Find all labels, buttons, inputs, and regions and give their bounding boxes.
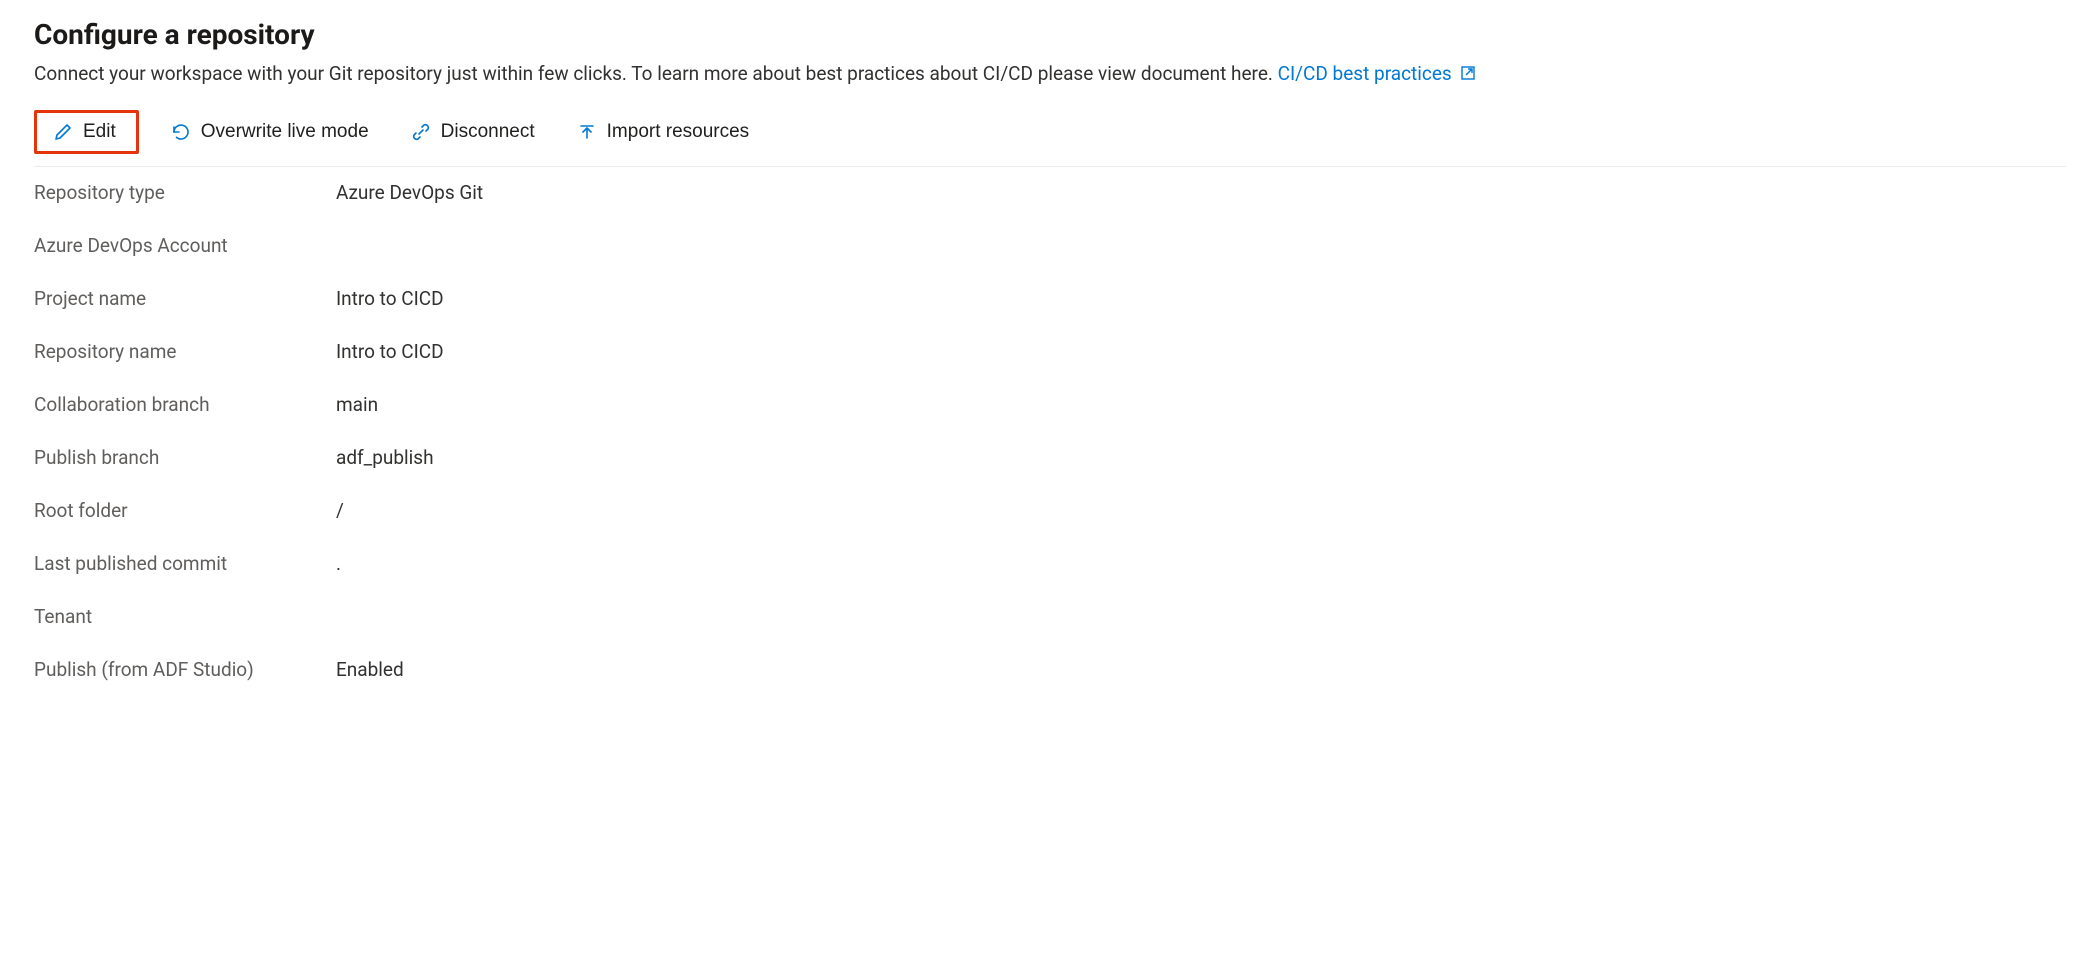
publish-branch-label: Publish branch [34,446,334,469]
toolbar: Edit Overwrite live mode Disconnect [34,106,2066,167]
tenant-value [336,605,1234,628]
configure-repository-page: Configure a repository Connect your work… [0,0,2100,721]
last-commit-value: . [336,552,1234,575]
azure-account-label: Azure DevOps Account [34,234,334,257]
root-folder-value: / [336,499,1234,522]
subtitle-text: Connect your workspace with your Git rep… [34,62,1278,85]
import-icon [577,122,597,142]
edit-label: Edit [83,121,116,143]
repo-name-label: Repository name [34,340,334,363]
last-commit-label: Last published commit [34,552,334,575]
edit-button[interactable]: Edit [43,115,126,149]
repo-type-label: Repository type [34,181,334,204]
disconnect-button[interactable]: Disconnect [401,115,545,149]
refresh-icon [171,122,191,142]
project-name-value: Intro to CICD [336,287,1234,310]
repo-details: Repository type Azure DevOps Git Azure D… [34,181,1234,681]
tenant-label: Tenant [34,605,334,628]
project-name-label: Project name [34,287,334,310]
publish-adf-value: Enabled [336,658,1234,681]
cicd-best-practices-link[interactable]: CI/CD best practices [1278,62,1477,85]
disconnect-icon [411,122,431,142]
cicd-link-label: CI/CD best practices [1278,62,1452,85]
page-title: Configure a repository [34,18,2066,51]
page-subtitle: Connect your workspace with your Git rep… [34,61,2066,88]
repo-type-value: Azure DevOps Git [336,181,1234,204]
publish-adf-label: Publish (from ADF Studio) [34,658,334,681]
import-label: Import resources [607,121,750,143]
azure-account-value [336,234,1234,257]
import-resources-button[interactable]: Import resources [567,115,760,149]
edit-highlight: Edit [34,110,139,154]
overwrite-live-mode-button[interactable]: Overwrite live mode [161,115,379,149]
repo-name-value: Intro to CICD [336,340,1234,363]
disconnect-label: Disconnect [441,121,535,143]
pencil-icon [53,122,73,142]
collab-branch-label: Collaboration branch [34,393,334,416]
root-folder-label: Root folder [34,499,334,522]
collab-branch-value: main [336,393,1234,416]
publish-branch-value: adf_publish [336,446,1234,469]
overwrite-label: Overwrite live mode [201,121,369,143]
external-link-icon [1460,62,1476,78]
